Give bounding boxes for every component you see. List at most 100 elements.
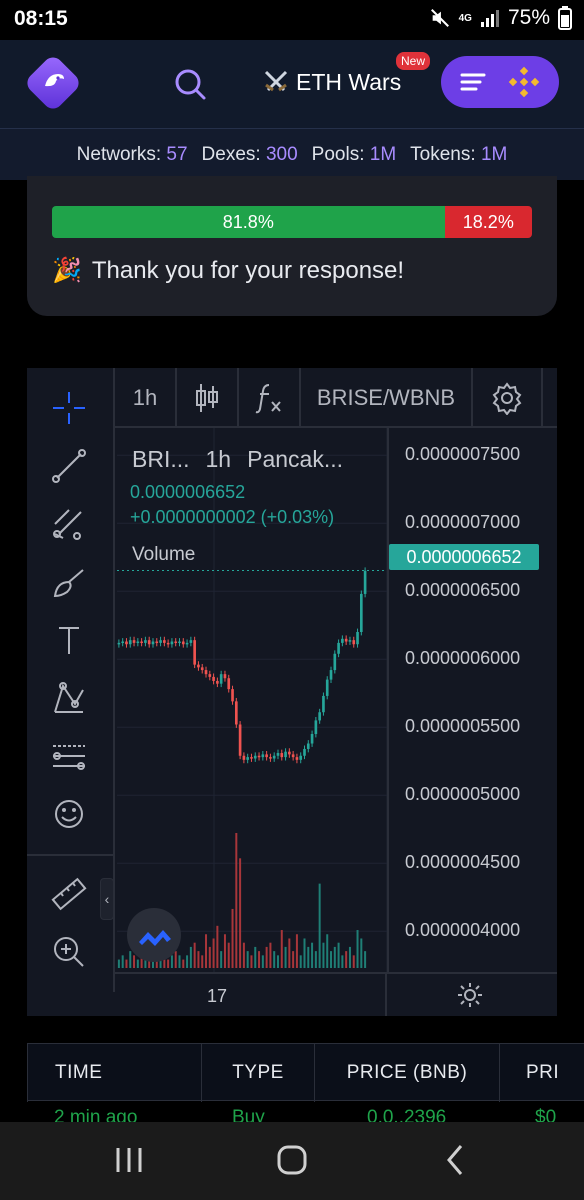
candle-body xyxy=(280,753,284,758)
col-type[interactable]: TYPE xyxy=(202,1044,315,1102)
trades-table-header: TIME TYPE PRICE (BNB) PRI xyxy=(27,1043,584,1102)
candle-body xyxy=(291,754,295,758)
col-price-usd[interactable]: PRI xyxy=(500,1044,584,1102)
col-price-bnb[interactable]: PRICE (BNB) xyxy=(315,1044,500,1102)
legend-change: +0.0000000002 (+0.03%) xyxy=(130,507,335,527)
stat-tokens[interactable]: Tokens: 1M xyxy=(410,144,507,166)
price-tick-label: 0.0000004500 xyxy=(405,852,521,873)
tradingview-logo[interactable] xyxy=(127,908,181,962)
candle-body xyxy=(159,640,162,643)
candle-body xyxy=(197,664,200,668)
symbol-button[interactable]: BRISE/WBNB xyxy=(301,368,473,428)
battery-icon xyxy=(558,6,572,30)
back-icon[interactable] xyxy=(430,1140,480,1180)
volume-bar xyxy=(273,951,276,968)
brush-icon[interactable] xyxy=(49,562,89,602)
fib-tool-icon[interactable] xyxy=(49,504,89,544)
volume-bar xyxy=(193,942,196,968)
function-fx-icon xyxy=(255,384,281,414)
interval-button[interactable]: 1h xyxy=(115,368,177,428)
gear-icon xyxy=(492,382,522,415)
stat-networks-value: 57 xyxy=(166,143,188,165)
smiley-icon[interactable] xyxy=(49,794,89,834)
volume-bar xyxy=(360,938,363,968)
stat-dexes-value: 300 xyxy=(265,143,298,165)
price-tick-label: 0.0000005000 xyxy=(405,784,521,805)
volume-bar xyxy=(246,951,249,968)
volume-bar xyxy=(292,951,295,968)
volume-bar xyxy=(364,951,367,968)
candle-body xyxy=(288,751,291,755)
stat-dexes[interactable]: Dexes: 300 xyxy=(202,144,298,166)
prediction-tool-icon[interactable] xyxy=(49,736,89,776)
volume-bar xyxy=(227,942,230,968)
toolbar-collapse-handle[interactable]: ‹ xyxy=(100,878,114,920)
candle-body xyxy=(216,680,219,684)
volume-bar xyxy=(322,942,325,968)
volume-bar xyxy=(186,955,189,968)
volume-bar xyxy=(311,942,314,968)
price-axis[interactable]: 0.0000007500 0.0000007000 0.0000006500 0.00… xyxy=(387,428,557,972)
volume-bar xyxy=(205,934,208,968)
legend-interval: 1h xyxy=(205,446,232,472)
status-bar: 08:15 4G 75% xyxy=(0,0,584,40)
stat-networks[interactable]: Networks: 57 xyxy=(77,144,188,166)
eth-wars-link[interactable]: ETH Wars xyxy=(262,68,401,96)
volume-bar xyxy=(337,942,340,968)
trend-line-icon[interactable] xyxy=(49,446,89,486)
ruler-icon[interactable] xyxy=(49,874,89,914)
candle-body xyxy=(314,720,318,734)
menu-chain-button[interactable] xyxy=(441,56,559,108)
volume-bar xyxy=(220,951,223,968)
indicators-button[interactable] xyxy=(239,368,301,428)
candle-body xyxy=(356,632,359,645)
candle-body xyxy=(272,755,276,759)
time-axis[interactable]: 17 xyxy=(115,972,557,1016)
candle-body xyxy=(136,641,140,644)
candle-body xyxy=(363,570,367,594)
candle-body xyxy=(151,641,155,645)
price-tick-label: 0.0000006000 xyxy=(405,648,521,669)
pattern-tool-icon[interactable] xyxy=(49,678,89,718)
text-tool-icon[interactable] xyxy=(49,620,89,660)
candle-body xyxy=(174,641,178,644)
recent-apps-icon[interactable] xyxy=(104,1140,154,1180)
home-icon[interactable] xyxy=(267,1140,317,1180)
candle-body xyxy=(322,695,325,713)
search-button[interactable] xyxy=(172,66,208,102)
chart-settings-button[interactable] xyxy=(473,368,543,428)
signal-icon xyxy=(480,10,499,27)
candle-body xyxy=(155,641,159,644)
candle-body xyxy=(306,743,310,749)
stat-pools[interactable]: Pools: 1M xyxy=(312,144,397,166)
candle-body xyxy=(166,642,170,645)
candle-body xyxy=(144,640,147,643)
volume-bar xyxy=(212,938,215,968)
mute-icon xyxy=(430,9,449,27)
candle-body xyxy=(193,640,196,665)
stat-dexes-label: Dexes: xyxy=(201,143,261,165)
candle-body xyxy=(200,667,204,671)
party-popper-icon: 🎉 xyxy=(52,257,82,284)
poll-no-segment: 18.2% xyxy=(444,206,532,238)
stat-pools-value: 1M xyxy=(369,143,397,165)
candle-body xyxy=(227,678,231,690)
chart-type-button[interactable] xyxy=(177,368,239,428)
sun-settings-icon[interactable] xyxy=(457,982,483,1008)
volume-bar xyxy=(121,955,124,968)
zoom-in-icon[interactable] xyxy=(49,932,89,972)
crosshair-icon[interactable] xyxy=(49,388,89,428)
candle-body xyxy=(276,753,280,756)
candle-body xyxy=(250,757,253,759)
status-time: 08:15 xyxy=(14,7,68,30)
col-time[interactable]: TIME xyxy=(27,1044,202,1102)
dexscreener-logo[interactable] xyxy=(26,56,80,110)
legend-symbol: BRI... xyxy=(132,446,190,472)
candle-body xyxy=(189,640,193,643)
stat-tokens-label: Tokens: xyxy=(410,143,476,165)
candlestick-icon xyxy=(196,384,218,412)
legend-exchange: Pancak... xyxy=(247,446,343,472)
candle-body xyxy=(163,640,166,643)
candle-body xyxy=(310,734,314,744)
volume-bar xyxy=(341,955,344,968)
